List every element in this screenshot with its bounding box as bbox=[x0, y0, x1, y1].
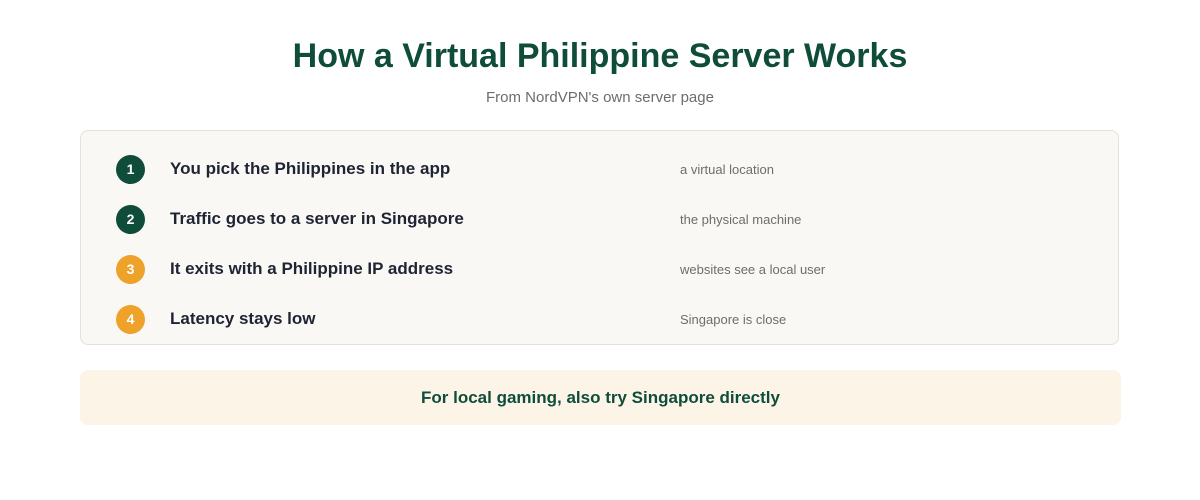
step-label: Traffic goes to a server in Singapore bbox=[170, 209, 464, 228]
step-label: Latency stays low bbox=[170, 309, 316, 328]
step-note: Singapore is close bbox=[680, 312, 787, 327]
tip-text: For local gaming, also try Singapore dir… bbox=[421, 388, 780, 407]
step-row: 4 Latency stays low Singapore is close bbox=[81, 299, 1118, 339]
step-label: You pick the Philippines in the app bbox=[170, 159, 451, 178]
step-number-badge: 1 bbox=[116, 155, 145, 184]
step-number-badge: 3 bbox=[116, 255, 145, 284]
step-number-badge: 2 bbox=[116, 205, 145, 234]
tip-box: For local gaming, also try Singapore dir… bbox=[80, 370, 1121, 425]
step-label: It exits with a Philippine IP address bbox=[170, 259, 454, 278]
steps-card: 1 You pick the Philippines in the app a … bbox=[80, 130, 1119, 345]
step-number-badge: 4 bbox=[116, 305, 145, 334]
step-row: 2 Traffic goes to a server in Singapore … bbox=[81, 199, 1118, 239]
page-title: How a Virtual Philippine Server Works bbox=[292, 37, 908, 75]
step-note: websites see a local user bbox=[680, 262, 826, 277]
step-note: the physical machine bbox=[680, 212, 802, 227]
step-row: 1 You pick the Philippines in the app a … bbox=[81, 149, 1118, 189]
step-note: a virtual location bbox=[680, 162, 774, 177]
page-subtitle: From NordVPN's own server page bbox=[486, 89, 714, 106]
step-row: 3 It exits with a Philippine IP address … bbox=[81, 249, 1118, 289]
